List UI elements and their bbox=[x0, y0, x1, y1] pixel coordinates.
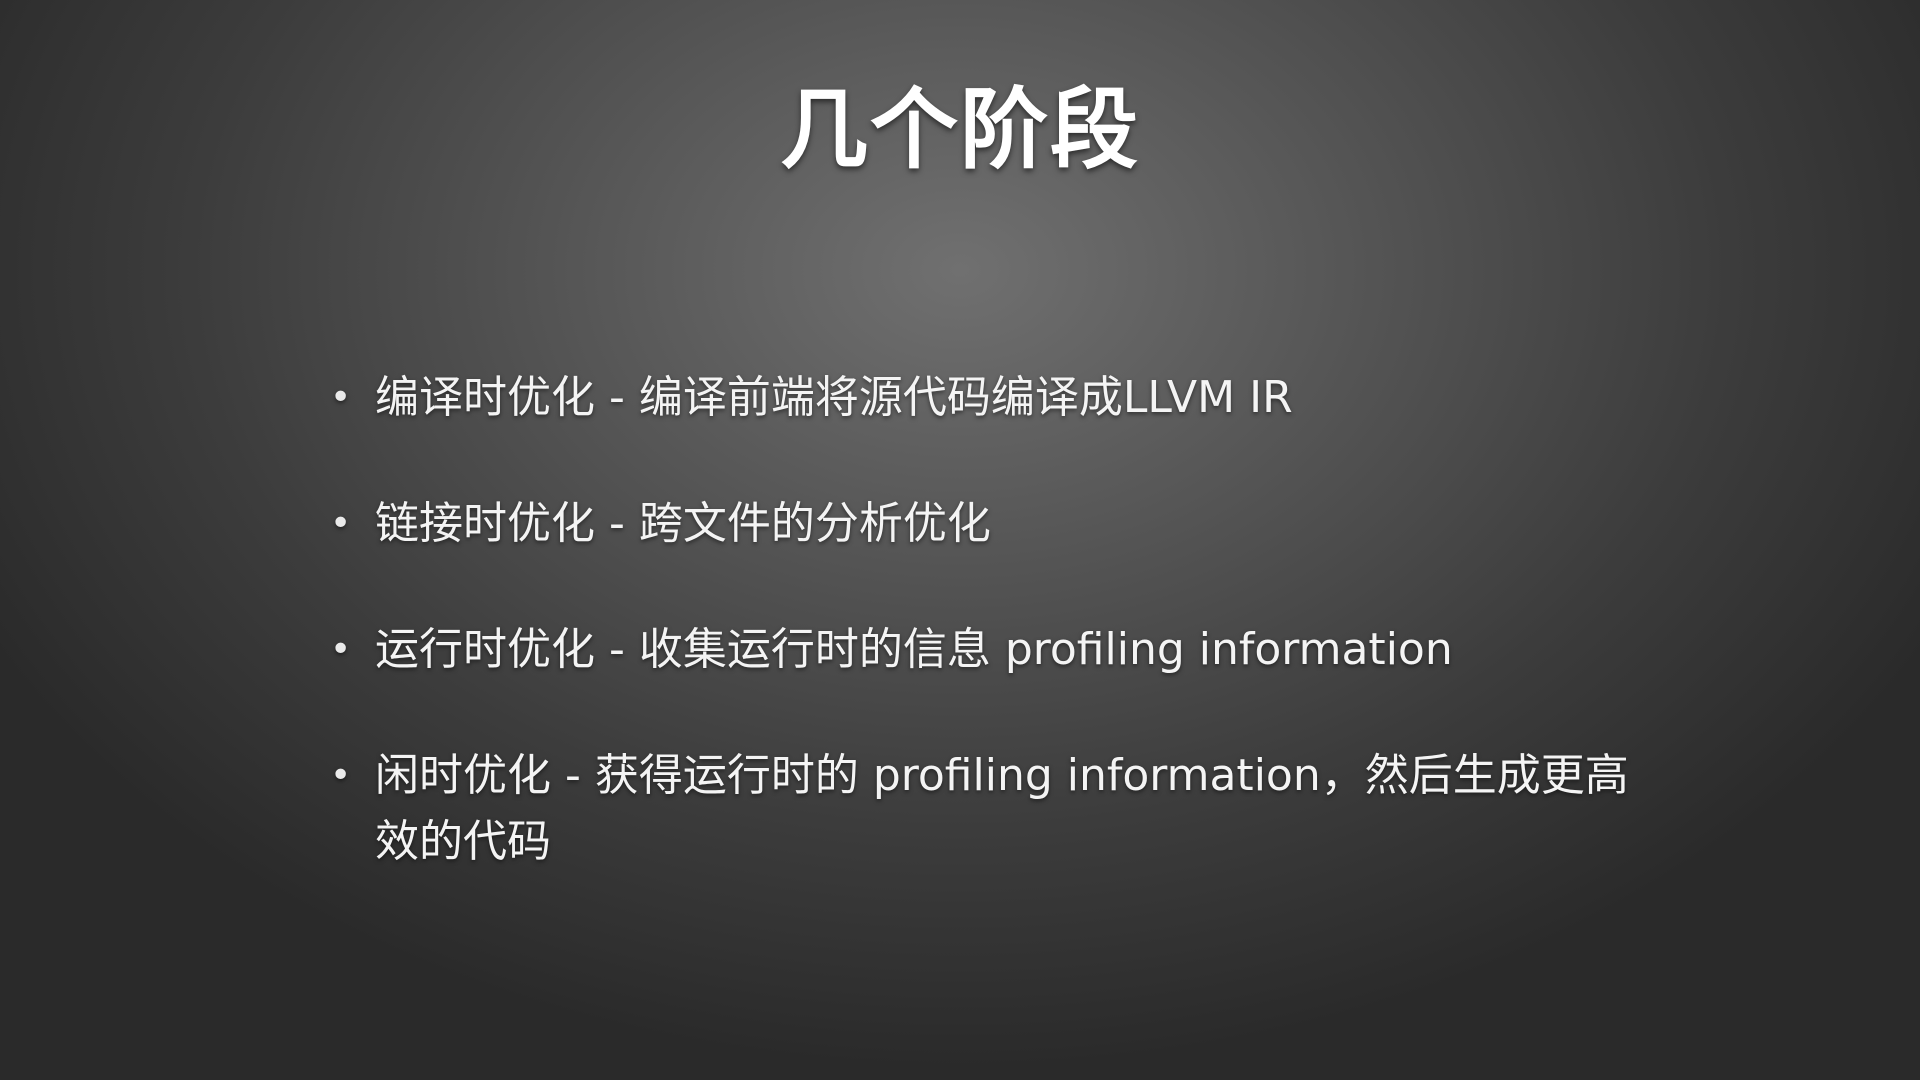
bullet-item-idle-time: • 闲时优化 - 获得运行时的 profiling information，然后… bbox=[330, 743, 1630, 875]
bullet-list: • 编译时优化 - 编译前端将源代码编译成LLVM IR • 链接时优化 - 跨… bbox=[330, 365, 1630, 935]
bullet-item-link-time: • 链接时优化 - 跨文件的分析优化 bbox=[330, 491, 1630, 557]
slide-title: 几个阶段 bbox=[779, 78, 1140, 181]
bullet-text: 链接时优化 - 跨文件的分析优化 bbox=[375, 498, 991, 549]
bullet-marker: • bbox=[330, 755, 352, 796]
bullet-marker: • bbox=[330, 629, 352, 670]
bullet-text: 编译时优化 - 编译前端将源代码编译成LLVM IR bbox=[375, 372, 1293, 423]
bullet-text: 闲时优化 - 获得运行时的 profiling information，然后生成… bbox=[375, 750, 1629, 867]
bullet-item-compile-time: • 编译时优化 - 编译前端将源代码编译成LLVM IR bbox=[330, 365, 1630, 431]
presentation-slide: 几个阶段 • 编译时优化 - 编译前端将源代码编译成LLVM IR • 链接时优… bbox=[0, 0, 1920, 1080]
bullet-item-run-time: • 运行时优化 - 收集运行时的信息 profiling information bbox=[330, 617, 1630, 683]
bullet-marker: • bbox=[330, 503, 352, 544]
bullet-text: 运行时优化 - 收集运行时的信息 profiling information bbox=[375, 624, 1453, 675]
bullet-marker: • bbox=[330, 377, 352, 418]
